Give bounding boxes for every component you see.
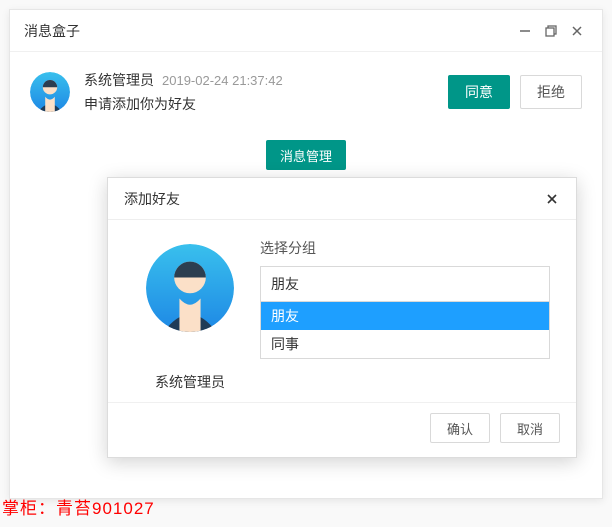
group-dropdown: 朋友 同事: [260, 302, 550, 359]
group-option[interactable]: 朋友: [261, 302, 549, 330]
dialog-close-button[interactable]: [540, 187, 564, 211]
user-avatar: [146, 244, 234, 332]
confirm-button[interactable]: 确认: [430, 413, 490, 443]
sender-avatar: [30, 72, 70, 112]
minimize-button[interactable]: [512, 18, 538, 44]
message-time: 2019-02-24 21:37:42: [162, 73, 283, 88]
group-select[interactable]: 朋友 同事: [260, 266, 550, 302]
add-friend-dialog: 添加好友 系统管理员 选择分组 朋: [107, 177, 577, 458]
watermark-text: 掌柜：青苔901027: [2, 494, 155, 519]
group-select-input[interactable]: [260, 266, 550, 302]
dialog-footer: 确认 取消: [108, 402, 576, 457]
group-option[interactable]: 同事: [261, 330, 549, 358]
sender-name: 系统管理员: [84, 70, 154, 90]
maximize-button[interactable]: [538, 18, 564, 44]
message-manage-button[interactable]: 消息管理: [266, 140, 346, 170]
dialog-header: 添加好友: [108, 178, 576, 220]
cancel-button[interactable]: 取消: [500, 413, 560, 443]
dialog-body: 系统管理员 选择分组 朋友 同事: [108, 220, 576, 402]
message-content: 申请添加你为好友: [84, 94, 448, 114]
user-column: 系统管理员: [130, 238, 250, 392]
message-body: 系统管理员 2019-02-24 21:37:42 申请添加你为好友: [84, 70, 448, 114]
accept-button[interactable]: 同意: [448, 75, 510, 109]
dialog-title: 添加好友: [124, 189, 540, 209]
window-title: 消息盒子: [24, 21, 512, 41]
group-label: 选择分组: [260, 238, 554, 258]
message-actions: 同意 拒绝: [448, 75, 582, 109]
user-name-label: 系统管理员: [130, 372, 250, 392]
reject-button[interactable]: 拒绝: [520, 75, 582, 109]
titlebar: 消息盒子: [10, 10, 602, 52]
form-column: 选择分组 朋友 同事: [250, 238, 554, 392]
close-button[interactable]: [564, 18, 590, 44]
friend-request-item: 系统管理员 2019-02-24 21:37:42 申请添加你为好友 同意 拒绝: [10, 52, 602, 132]
